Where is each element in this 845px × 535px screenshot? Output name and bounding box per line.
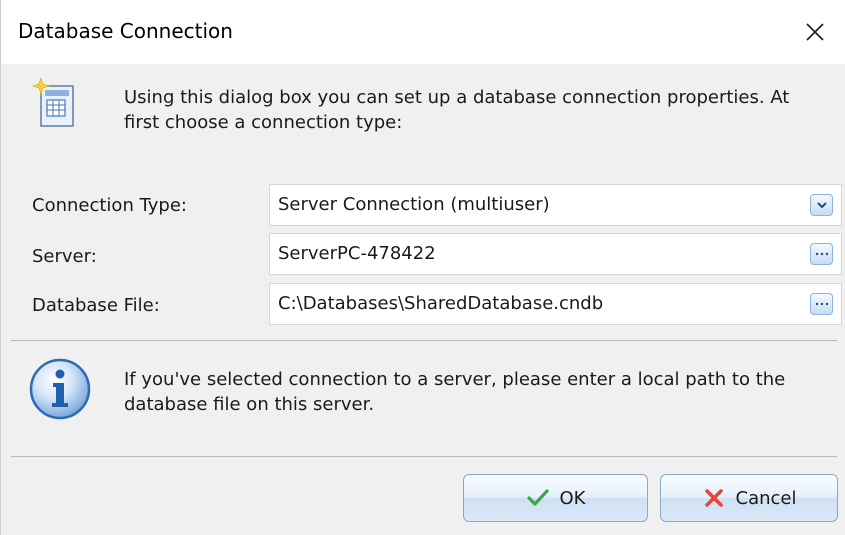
divider-top bbox=[11, 340, 837, 341]
info-icon bbox=[29, 358, 91, 420]
database-wizard-icon bbox=[32, 77, 74, 127]
server-value: ServerPC-478422 bbox=[278, 243, 436, 264]
intro-text: Using this dialog box you can set up a d… bbox=[124, 87, 790, 133]
checkmark-icon bbox=[526, 489, 549, 506]
connection-type-dropdown-button[interactable] bbox=[810, 194, 833, 216]
database-file-browse-button[interactable] bbox=[810, 293, 833, 315]
close-button[interactable] bbox=[784, 0, 845, 64]
window-title: Database Connection bbox=[18, 19, 233, 43]
ok-button[interactable]: OK bbox=[463, 474, 648, 522]
connection-type-value: Server Connection (multiuser) bbox=[278, 194, 550, 215]
database-connection-dialog: Database Connection Using this dialog bo… bbox=[0, 0, 845, 535]
database-file-input[interactable]: C:\Databases\SharedDatabase.cndb bbox=[269, 283, 842, 325]
chevron-down-icon bbox=[816, 202, 827, 209]
info-text: If you've selected connection to a serve… bbox=[124, 369, 786, 415]
cancel-button-label: Cancel bbox=[735, 487, 797, 509]
ellipsis-icon bbox=[815, 252, 828, 256]
cancel-button[interactable]: Cancel bbox=[660, 474, 838, 522]
close-icon bbox=[806, 23, 824, 41]
cancel-x-icon bbox=[704, 489, 723, 507]
server-input[interactable]: ServerPC-478422 bbox=[269, 233, 842, 275]
connection-type-select[interactable]: Server Connection (multiuser) bbox=[269, 184, 842, 226]
title-bar: Database Connection bbox=[1, 0, 845, 64]
connection-type-label: Connection Type: bbox=[32, 195, 187, 216]
ellipsis-icon bbox=[815, 302, 828, 306]
database-file-value: C:\Databases\SharedDatabase.cndb bbox=[278, 293, 604, 314]
server-browse-button[interactable] bbox=[810, 243, 833, 265]
ok-button-label: OK bbox=[559, 487, 586, 509]
database-file-label: Database File: bbox=[32, 295, 160, 316]
divider-bottom bbox=[11, 456, 837, 457]
server-label: Server: bbox=[32, 246, 97, 267]
